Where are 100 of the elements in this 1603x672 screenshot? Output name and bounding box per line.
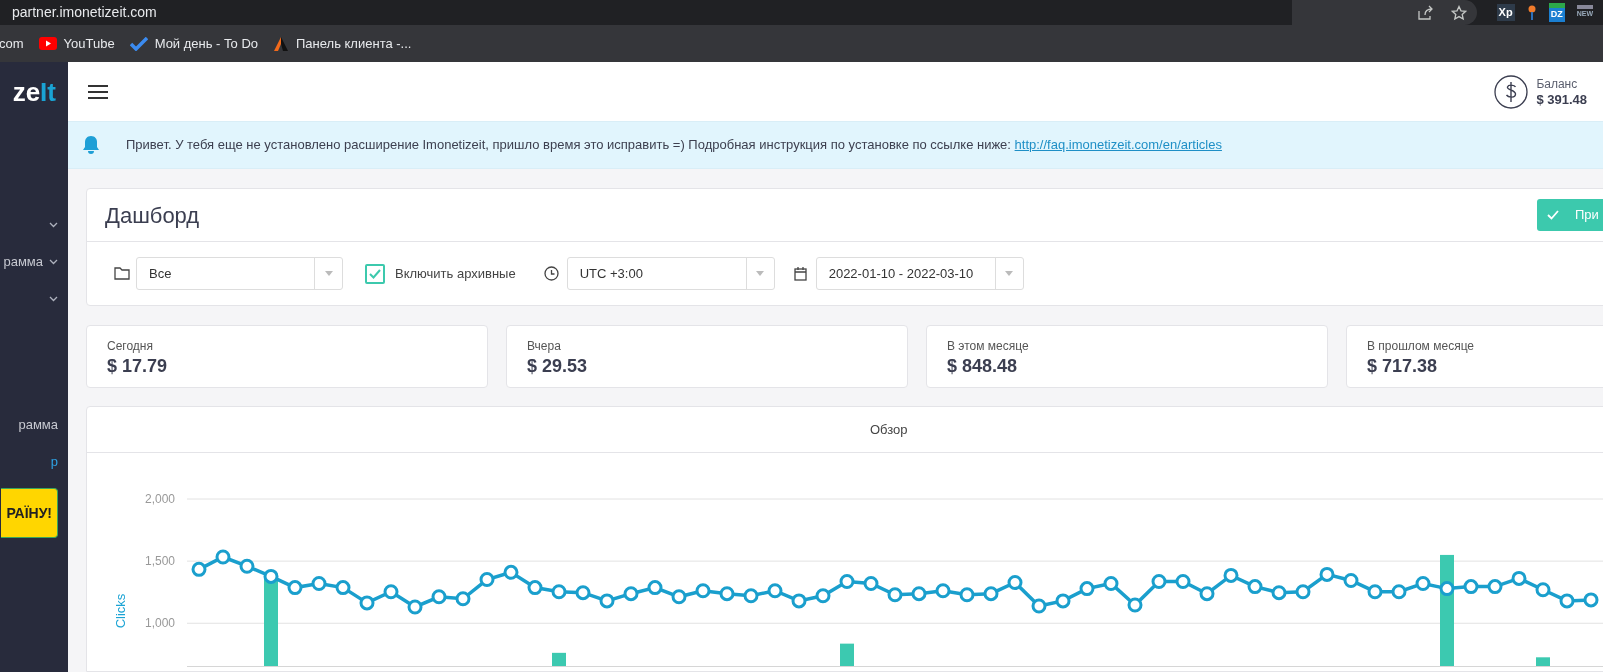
bookmark-link[interactable]: Панель клиента -... — [273, 33, 412, 54]
y-tick-label: 1,500 — [144, 554, 175, 569]
cta-button[interactable]: РАЇНУ! — [1, 488, 58, 538]
data-point — [1103, 576, 1119, 591]
stat-label: Сегодня — [107, 338, 154, 354]
data-point — [1487, 579, 1503, 595]
data-point — [455, 591, 471, 607]
data-point — [1247, 579, 1263, 595]
data-point — [863, 576, 879, 591]
stat-label: Вчера — [527, 338, 562, 354]
caret-icon — [324, 271, 333, 276]
bookmark-link[interactable]: YouTube — [38, 33, 115, 54]
dollar-circle-icon — [1494, 74, 1529, 109]
data-point — [959, 587, 975, 603]
y-tick-label: 2,000 — [144, 492, 175, 506]
data-point — [1535, 582, 1551, 598]
data-point — [1415, 576, 1431, 591]
data-point — [1367, 584, 1383, 600]
stat-value: $ 29.53 — [527, 355, 589, 378]
data-point — [1343, 573, 1359, 588]
key-icon[interactable] — [1526, 4, 1537, 21]
data-point — [719, 586, 735, 602]
data-point — [239, 558, 255, 574]
data-point — [1583, 592, 1599, 608]
data-point — [1055, 593, 1071, 609]
data-point — [767, 583, 783, 599]
data-point — [1511, 570, 1527, 586]
data-point — [1271, 585, 1287, 601]
data-point — [1223, 567, 1239, 583]
balance-value: $ 391.48 — [1536, 91, 1587, 107]
data-point — [191, 561, 207, 577]
data-point — [1031, 598, 1047, 614]
data-point — [695, 583, 711, 599]
balance-label: Баланс — [1536, 76, 1579, 92]
data-point — [887, 587, 903, 603]
data-point — [839, 574, 855, 589]
data-point — [1463, 579, 1479, 595]
play-icon — [38, 37, 57, 50]
chevron-down-icon[interactable] — [49, 258, 58, 265]
data-point — [1391, 584, 1407, 600]
checkmark-icon — [129, 36, 148, 51]
data-point — [575, 585, 591, 601]
sidebar-item[interactable]: рамма — [18, 414, 58, 435]
chevron-down-icon[interactable] — [49, 295, 58, 302]
data-point — [623, 586, 639, 602]
url-text[interactable]: partner.imonetizeit.com — [12, 2, 157, 23]
stat-label: В прошлом месяце — [1367, 338, 1476, 354]
data-point — [791, 593, 807, 609]
y-tick-label: 1,000 — [144, 616, 175, 631]
dropdown[interactable]: Все — [136, 257, 343, 290]
data-point — [311, 576, 327, 591]
checkbox-label: Включить архивные — [395, 264, 516, 283]
data-point — [1559, 593, 1575, 609]
menu-icon[interactable] — [88, 83, 108, 100]
data-point — [1079, 581, 1095, 597]
bookmark-link[interactable]: Мой день - To Do — [129, 33, 258, 54]
data-point — [935, 583, 951, 599]
data-point — [815, 588, 831, 604]
bell-icon — [82, 135, 100, 155]
caret-icon — [756, 271, 765, 276]
data-point — [335, 580, 351, 596]
data-point — [359, 595, 375, 611]
data-point — [263, 568, 279, 584]
notice-text: Привет. У тебя еще не установлено расширение Imonetizeit, пришло время это исправить =) Подробная инструкция по установке по ссылке ниже: http://faq.imonetizeit.com/en/articles — [126, 136, 1222, 155]
data-point — [503, 564, 519, 580]
checkbox[interactable] — [365, 263, 385, 284]
data-point — [1151, 574, 1167, 589]
data-point — [647, 580, 663, 596]
bar — [1536, 657, 1550, 666]
folder-icon — [114, 267, 130, 280]
sidebar-item[interactable]: р — [50, 451, 58, 472]
data-point — [479, 572, 495, 587]
data-point — [983, 586, 999, 602]
chevron-down-icon[interactable] — [49, 221, 58, 228]
bar — [840, 643, 854, 666]
star-icon[interactable] — [1450, 4, 1467, 21]
data-point — [599, 593, 615, 609]
bookmark-link[interactable]: com — [0, 33, 24, 54]
data-point — [911, 586, 927, 602]
data-point — [1199, 586, 1215, 602]
share-icon[interactable] — [1416, 4, 1433, 21]
sidebar-item[interactable]: рамма — [3, 251, 43, 272]
data-point — [431, 589, 447, 605]
data-point — [1295, 584, 1311, 600]
dropdown[interactable]: 2022-01-10 - 2022-03-10 — [815, 257, 1024, 290]
extension-icon[interactable]: Xp — [1496, 4, 1515, 21]
extension-icon[interactable]: DZ — [1548, 3, 1565, 22]
triangle-icon — [273, 35, 289, 52]
data-point — [1007, 575, 1023, 590]
checkmark-icon — [1547, 210, 1559, 220]
data-point — [287, 580, 303, 596]
data-point — [1175, 574, 1191, 589]
data-point — [1127, 597, 1143, 613]
checkmark-icon — [369, 268, 381, 279]
dropdown[interactable]: UTC +3:00 — [566, 257, 775, 290]
data-point — [527, 580, 543, 596]
caret-icon — [1005, 271, 1014, 276]
page-title: Дашборд — [105, 201, 201, 230]
clock-icon — [543, 266, 559, 281]
bar — [552, 652, 566, 666]
